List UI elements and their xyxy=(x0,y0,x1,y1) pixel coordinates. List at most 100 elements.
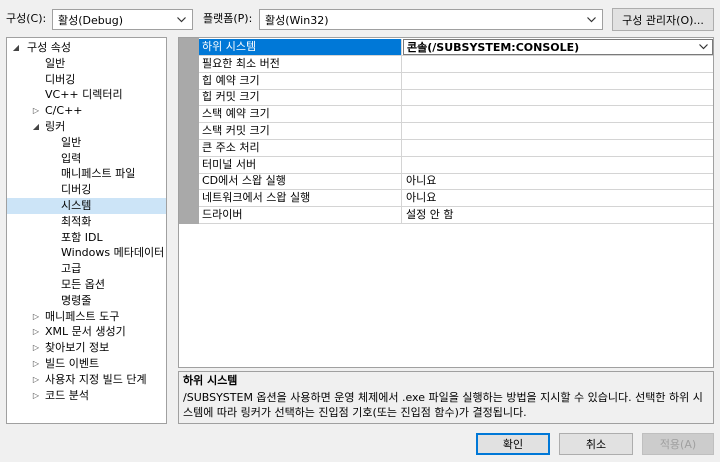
tree-item-label: 최적화 xyxy=(61,214,92,228)
collapsed-arrow-icon[interactable]: ▷ xyxy=(31,372,41,388)
ok-button[interactable]: 확인 xyxy=(476,433,550,455)
property-row[interactable]: 스택 예약 크기 xyxy=(199,106,713,124)
tree-item-vc-directories[interactable]: VC++ 디렉터리 xyxy=(7,87,166,103)
tree-item-label: 매니페스트 도구 xyxy=(45,309,120,323)
cancel-button[interactable]: 취소 xyxy=(559,433,633,455)
tree-item-linker-advanced[interactable]: 고급 xyxy=(7,261,166,277)
property-name: 스택 예약 크기 xyxy=(199,106,402,123)
tree-item-linker-system[interactable]: 시스템 xyxy=(7,198,166,214)
tree-item-linker-optimization[interactable]: 최적화 xyxy=(7,214,166,230)
chevron-down-icon[interactable] xyxy=(696,40,710,54)
tree-item-linker-input[interactable]: 입력 xyxy=(7,151,166,167)
tree-item-code-analysis[interactable]: ▷ 코드 분석 xyxy=(7,388,166,404)
platform-value: 활성(Win32) xyxy=(265,13,329,27)
property-row[interactable]: CD에서 스왑 실행 아니요 xyxy=(199,173,713,191)
collapsed-arrow-icon[interactable]: ▷ xyxy=(31,388,41,404)
tree-item-xml-doc-generator[interactable]: ▷ XML 문서 생성기 xyxy=(7,324,166,340)
tree-item-label: 일반 xyxy=(61,135,82,149)
property-row[interactable]: 스택 커밋 크기 xyxy=(199,123,713,140)
property-name: 힙 커밋 크기 xyxy=(199,89,402,106)
property-name: 큰 주소 처리 xyxy=(199,139,402,156)
chevron-down-icon xyxy=(584,12,599,27)
property-value[interactable]: 아니요 xyxy=(403,190,713,206)
tree-item-label: 포함 IDL xyxy=(61,230,103,244)
property-name: 네트워크에서 스왑 실행 xyxy=(199,190,402,207)
expanded-arrow-icon[interactable]: ◢ xyxy=(11,40,21,56)
description-line-2: 스템에 따라 링커가 선택하는 진입점 기호(또는 진입점 함수)가 결정됩니다… xyxy=(183,406,527,419)
tree-item-label: 입력 xyxy=(61,151,82,165)
property-row[interactable]: 드라이버 설정 안 함 xyxy=(199,207,713,224)
config-value: 활성(Debug) xyxy=(58,13,123,27)
property-row[interactable]: 필요한 최소 버전 xyxy=(199,55,713,73)
property-value-text: 아니요 xyxy=(406,191,437,205)
tree-item-label: VC++ 디렉터리 xyxy=(45,88,123,102)
tree-item-debugging[interactable]: 디버깅 xyxy=(7,72,166,88)
property-row[interactable]: 힙 예약 크기 xyxy=(199,72,713,90)
tree-item-label: 링커 xyxy=(45,120,66,133)
tree-item-label: 코드 분석 xyxy=(45,388,89,402)
platform-dropdown[interactable]: 활성(Win32) xyxy=(259,9,603,30)
property-name: 힙 예약 크기 xyxy=(199,72,402,89)
tree-item-linker-all-options[interactable]: 모든 옵션 xyxy=(7,277,166,293)
tree-item-linker-command-line[interactable]: 명령줄 xyxy=(7,293,166,309)
property-row[interactable]: 터미널 서버 xyxy=(199,156,713,174)
config-label: 구성(C): xyxy=(6,12,47,25)
tree-item-label: 명령줄 xyxy=(61,293,92,307)
property-value[interactable]: 설정 안 함 xyxy=(403,207,713,223)
tree-item-build-events[interactable]: ▷ 빌드 이벤트 xyxy=(7,356,166,372)
tree-item-linker-embedded-idl[interactable]: 포함 IDL xyxy=(7,230,166,246)
tree-item-label: 구성 속성 xyxy=(27,41,71,54)
tree-item-general[interactable]: 일반 xyxy=(7,56,166,72)
tree-item-linker-debugging[interactable]: 디버깅 xyxy=(7,182,166,198)
tree-item-c-cpp[interactable]: ▷ C/C++ xyxy=(7,103,166,119)
tree-item-label: XML 문서 생성기 xyxy=(45,325,126,339)
property-value[interactable] xyxy=(403,73,713,89)
tree-item-label: 디버깅 xyxy=(61,183,92,197)
property-row[interactable]: 큰 주소 처리 xyxy=(199,139,713,157)
grid-gutter xyxy=(179,38,199,224)
tree-item-browse-information[interactable]: ▷ 찾아보기 정보 xyxy=(7,340,166,356)
tree-item-label: 모든 옵션 xyxy=(61,278,105,291)
collapsed-arrow-icon[interactable]: ▷ xyxy=(31,103,41,119)
property-row[interactable]: 힙 커밋 크기 xyxy=(199,89,713,107)
tree-item-config-props[interactable]: ◢ 구성 속성 xyxy=(7,40,166,56)
collapsed-arrow-icon[interactable]: ▷ xyxy=(31,324,41,340)
property-row[interactable]: 하위 시스템 콘솔(/SUBSYSTEM:CONSOLE) xyxy=(199,39,713,56)
property-value-text: 아니요 xyxy=(406,174,437,188)
config-dropdown[interactable]: 활성(Debug) xyxy=(52,9,193,30)
property-value[interactable] xyxy=(403,89,713,105)
property-value-text: 콘솔(/SUBSYSTEM:CONSOLE) xyxy=(407,41,580,54)
property-tree[interactable]: ◢ 구성 속성 일반 디버깅 VC++ 디렉터리 ▷ C/C++ ◢ 링커 일반 입력 매니페스트 파… xyxy=(6,37,167,424)
tree-item-label: 빌드 이벤트 xyxy=(45,357,100,370)
property-name: 스택 커밋 크기 xyxy=(199,123,402,139)
property-value[interactable] xyxy=(403,140,713,156)
collapsed-arrow-icon[interactable]: ▷ xyxy=(31,340,41,356)
tree-item-linker-general[interactable]: 일반 xyxy=(7,135,166,151)
apply-button[interactable]: 적용(A) xyxy=(642,433,714,455)
property-value[interactable] xyxy=(403,106,713,122)
property-value[interactable]: 콘솔(/SUBSYSTEM:CONSOLE) xyxy=(403,39,713,55)
description-title: 하위 시스템 xyxy=(183,374,238,387)
collapsed-arrow-icon[interactable]: ▷ xyxy=(31,356,41,372)
property-name: CD에서 스왑 실행 xyxy=(199,173,402,190)
tree-item-linker[interactable]: ◢ 링커 xyxy=(7,119,166,135)
tree-item-linker-manifest-file[interactable]: 매니페스트 파일 xyxy=(7,166,166,182)
tree-item-label: 고급 xyxy=(61,262,82,276)
expanded-arrow-icon[interactable]: ◢ xyxy=(31,119,41,135)
tree-item-linker-windows-metadata[interactable]: Windows 메타데이터 xyxy=(7,245,166,261)
tree-item-label: 찾아보기 정보 xyxy=(45,341,110,355)
collapsed-arrow-icon[interactable]: ▷ xyxy=(31,309,41,325)
property-name: 드라이버 xyxy=(199,207,402,223)
property-grid[interactable]: 하위 시스템 콘솔(/SUBSYSTEM:CONSOLE) 필요한 최소 버전 힙 예… xyxy=(178,37,714,368)
property-value[interactable]: 아니요 xyxy=(403,173,713,189)
property-value-text: 설정 안 함 xyxy=(406,208,454,221)
property-value[interactable] xyxy=(403,157,713,173)
description-line-1: /SUBSYSTEM 옵션을 사용하면 운영 체제에서 .exe 파일을 실행하… xyxy=(183,391,703,404)
property-value[interactable] xyxy=(403,56,713,72)
property-value[interactable] xyxy=(403,123,713,139)
property-name: 필요한 최소 버전 xyxy=(199,55,402,72)
tree-item-manifest-tool[interactable]: ▷ 매니페스트 도구 xyxy=(7,309,166,325)
property-row[interactable]: 네트워크에서 스왑 실행 아니요 xyxy=(199,190,713,208)
config-manager-button[interactable]: 구성 관리자(O)... xyxy=(612,8,714,31)
tree-item-custom-build-step[interactable]: ▷ 사용자 지정 빌드 단계 xyxy=(7,372,166,388)
